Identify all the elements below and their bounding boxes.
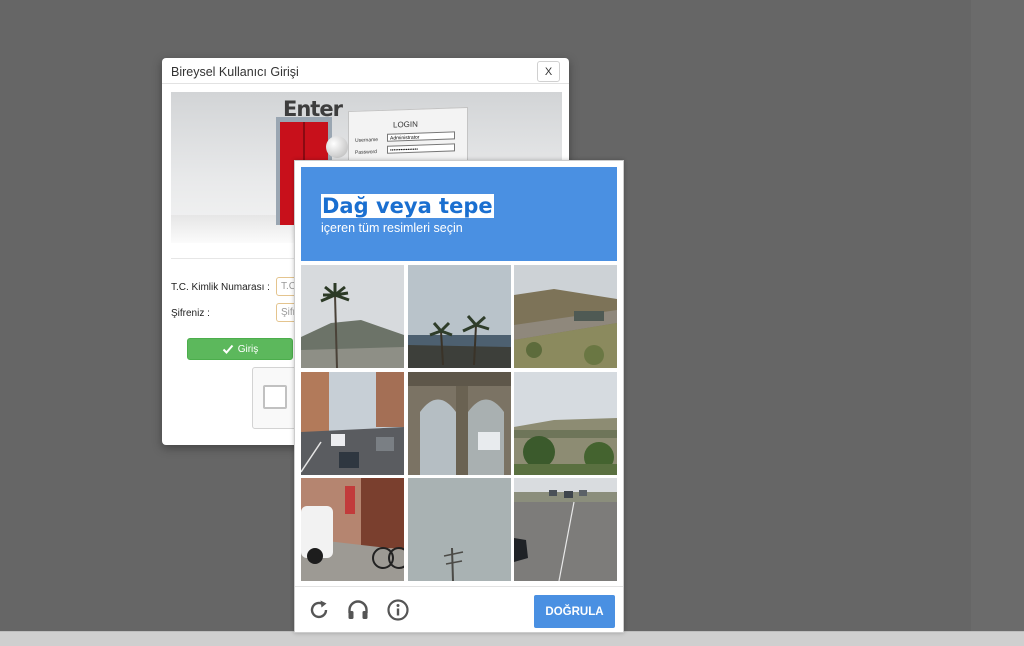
image-tile[interactable]: [407, 371, 511, 475]
image-tile[interactable]: [407, 265, 511, 368]
image-tile[interactable]: [514, 265, 617, 368]
info-icon[interactable]: [386, 598, 410, 622]
page-background-strip: [971, 0, 1024, 631]
challenge-subtitle: içeren tüm resimleri seçin: [321, 221, 463, 235]
login-button[interactable]: Giriş: [187, 338, 293, 360]
close-button[interactable]: X: [537, 61, 560, 82]
image-grid: [301, 265, 617, 581]
login-button-label: Giriş: [237, 343, 259, 355]
recaptcha-checkbox[interactable]: [263, 385, 287, 409]
challenge-header: Dağ veya tepe içeren tüm resimleri seçin: [301, 167, 617, 261]
image-tile[interactable]: [514, 478, 617, 581]
banner-username-label: Username: [355, 137, 379, 144]
tc-label: T.C. Kimlik Numarası :: [171, 282, 270, 293]
verify-button[interactable]: DOĞRULA: [534, 595, 615, 628]
password-label: Şifreniz :: [171, 308, 210, 319]
bottom-scrollbar[interactable]: [0, 631, 1024, 646]
checkmark-icon: [222, 344, 233, 354]
image-tile[interactable]: [301, 265, 404, 368]
challenge-title: Dağ veya tepe: [321, 194, 494, 218]
banner-password-label: Password: [355, 149, 377, 156]
image-tile[interactable]: [301, 478, 404, 581]
image-tile[interactable]: [301, 371, 404, 475]
banner-login-title: LOGIN: [393, 119, 418, 130]
image-tile[interactable]: [514, 371, 617, 475]
challenge-title-text: Dağ veya tepe: [321, 194, 494, 218]
captcha-challenge: Dağ veya tepe içeren tüm resimleri seçin: [294, 160, 624, 633]
image-tile[interactable]: [407, 478, 511, 581]
audio-icon[interactable]: [346, 598, 370, 622]
modal-title: Bireysel Kullanıcı Girişi: [171, 65, 299, 79]
challenge-footer: DOĞRULA: [295, 586, 623, 633]
banner-password-value: ••••••••••••••••: [387, 143, 455, 154]
modal-header: Bireysel Kullanıcı Girişi X: [162, 58, 569, 84]
banner-username-value: Administrator: [387, 131, 455, 142]
reload-icon[interactable]: [307, 598, 331, 622]
